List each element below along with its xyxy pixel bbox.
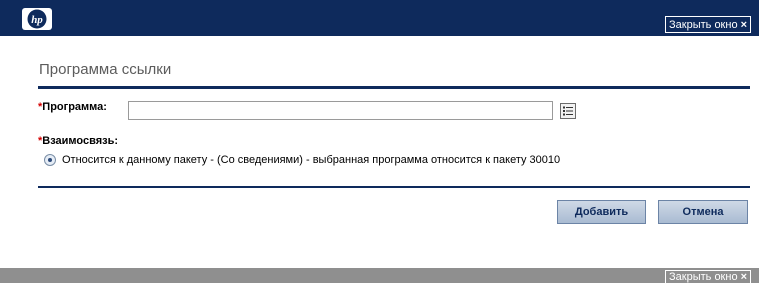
program-label-text: Программа: [42, 101, 107, 113]
program-field-label: *Программа: [38, 101, 107, 113]
close-window-label: Закрыть окно [669, 271, 738, 283]
close-window-label: Закрыть окно [669, 19, 738, 31]
add-button[interactable]: Добавить [557, 200, 646, 224]
program-input[interactable] [128, 101, 553, 120]
close-x-icon: × [740, 19, 747, 31]
close-window-button[interactable]: Закрыть окно × [665, 16, 751, 33]
top-bar: hp Закрыть окно × [0, 0, 759, 36]
relation-field-label: *Взаимосвязь: [38, 135, 118, 147]
relation-option-label: Относится к данному пакету - (Со сведени… [62, 154, 561, 166]
relation-radio-button[interactable] [44, 154, 56, 166]
form-divider [38, 186, 750, 188]
cancel-button[interactable]: Отмена [658, 200, 748, 224]
svg-text:hp: hp [31, 14, 43, 26]
close-window-button-bottom[interactable]: Закрыть окно × [665, 270, 751, 283]
hp-logo-icon: hp [22, 8, 52, 30]
close-x-icon: × [740, 271, 747, 283]
page-title: Программа ссылки [39, 61, 172, 78]
relation-label-text: Взаимосвязь: [42, 135, 119, 147]
title-divider [38, 86, 750, 89]
list-picker-icon[interactable] [560, 103, 576, 119]
bottom-bar [0, 268, 759, 283]
